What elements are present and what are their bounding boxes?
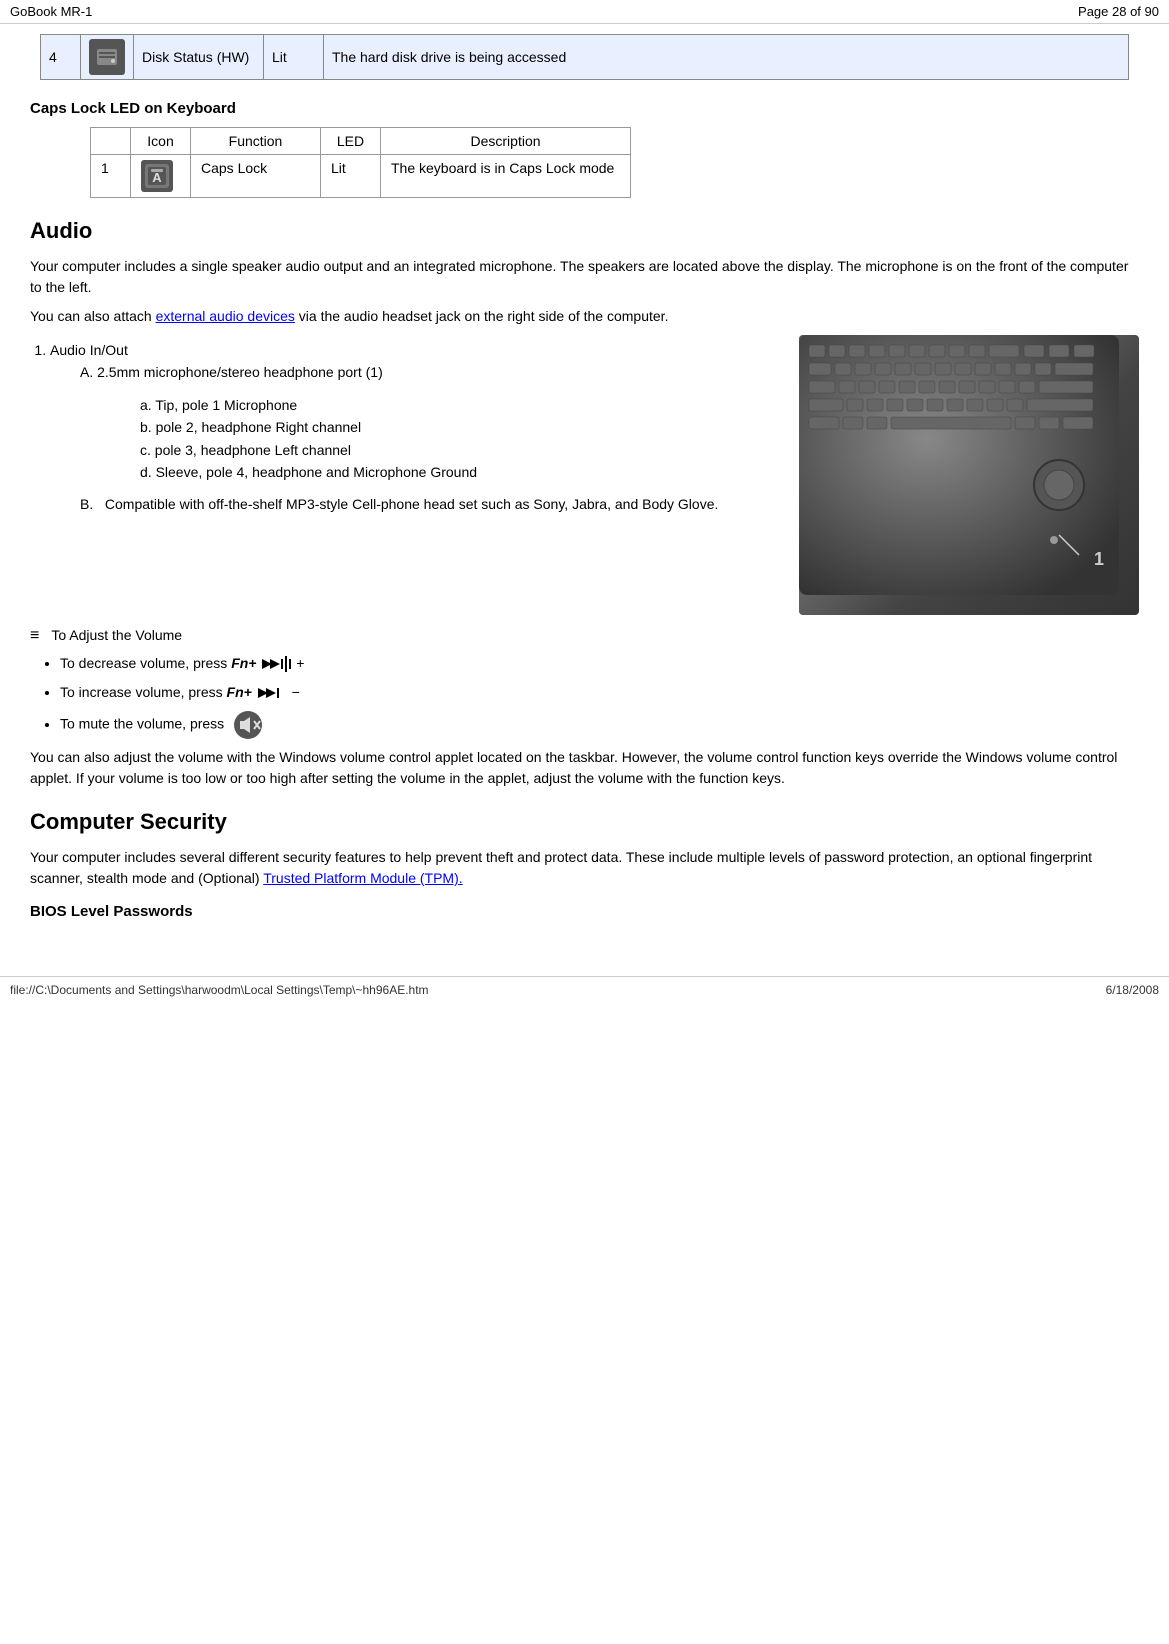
audio-pole3: c. pole 3, headphone Left channel [140,439,779,461]
audio-item-a-label: A. [80,364,93,380]
decrease-prefix: To decrease volume, press [60,655,231,671]
security-para-prefix: Your computer includes several different… [30,849,1092,886]
bios-heading: BIOS Level Passwords [30,903,1139,920]
increase-volume-item: To increase volume, press Fn+ − [60,682,1139,703]
page-title: GoBook MR-1 [10,4,92,19]
mute-icon [234,711,262,739]
caps-col-icon: Icon [131,128,191,155]
caps-row-icon: A [131,155,191,198]
security-heading: Computer Security [30,809,1139,835]
decrease-fn-key: Fn+ [231,655,256,671]
volume-list: To decrease volume, press Fn+ + To incre… [60,653,1139,739]
caps-lock-icon: A [141,160,173,192]
audio-heading: Audio [30,218,1139,244]
security-paragraph: Your computer includes several different… [30,847,1139,889]
audio-item-a-text: 2.5mm microphone/stereo headphone port (… [97,364,383,380]
disk-table-row: 4 Disk Status (HW) Lit The hard disk dri… [41,35,1129,80]
caps-col-description: Description [381,128,631,155]
disk-function: Disk Status (HW) [134,35,264,80]
keyboard-image: 1 [799,335,1139,615]
increase-prefix: To increase volume, press [60,684,227,700]
audio-list-item1: Audio In/Out A. 2.5mm microphone/stereo … [50,339,779,516]
page-number: Page 28 of 90 [1078,4,1159,19]
svg-text:A: A [152,170,162,185]
svg-text:1: 1 [1094,549,1104,569]
decrease-volume-item: To decrease volume, press Fn+ + [60,653,1139,674]
caps-row-number: 1 [91,155,131,198]
caps-col-function: Function [191,128,321,155]
disk-description: The hard disk drive is being accessed [324,35,1129,80]
page-header: GoBook MR-1 Page 28 of 90 [0,0,1169,24]
disk-icon-cell [81,35,134,80]
audio-section: Audio Your computer includes a single sp… [30,218,1139,789]
caps-col-num [91,128,131,155]
audio-paragraph1: Your computer includes a single speaker … [30,256,1139,298]
security-section: Computer Security Your computer includes… [30,809,1139,920]
volume-paragraph: You can also adjust the volume with the … [30,747,1139,789]
mute-prefix: To mute the volume, press [60,716,228,732]
audio-para2-prefix: You can also attach [30,308,156,324]
tpm-link[interactable]: Trusted Platform Module (TPM). [263,870,462,886]
caps-lock-table: Icon Function LED Description 1 A [90,127,631,198]
audio-paragraph2: You can also attach external audio devic… [30,306,1139,327]
caps-lock-heading: Caps Lock LED on Keyboard [30,100,1139,117]
external-audio-link[interactable]: external audio devices [156,308,295,324]
volume-down-icon [256,684,288,702]
caps-row-function: Caps Lock [191,155,321,198]
mute-volume-item: To mute the volume, press [60,711,1139,739]
disk-led: Lit [264,35,324,80]
audio-text-block: Audio In/Out A. 2.5mm microphone/stereo … [30,335,779,615]
note-text: To Adjust the Volume [51,627,182,643]
audio-para2-suffix: via the audio headset jack on the right … [295,308,669,324]
plus-sign: + [296,655,304,671]
audio-content-area: Audio In/Out A. 2.5mm microphone/stereo … [30,335,1139,615]
footer-date: 6/18/2008 [1106,983,1159,997]
audio-tip-pole1: a. Tip, pole 1 Microphone [140,394,779,416]
disk-row-number: 4 [41,35,81,80]
disk-drive-icon [89,39,125,75]
caps-row-led: Lit [321,155,381,198]
volume-note-line: ≡ To Adjust the Volume [30,627,1139,645]
audio-sleeve: d. Sleeve, pole 4, headphone and Microph… [140,461,779,483]
volume-up-icon [260,655,292,673]
audio-item-b-label: B. [80,496,93,512]
audio-list: Audio In/Out A. 2.5mm microphone/stereo … [50,339,779,516]
caps-table-row: 1 A Caps Lock Lit The key [91,155,631,198]
footer-path: file://C:\Documents and Settings\harwood… [10,983,429,997]
caps-table-header-row: Icon Function LED Description [91,128,631,155]
audio-item-b-text: Compatible with off-the-shelf MP3-style … [105,496,718,512]
audio-item-b-list: a. Tip, pole 1 Microphone b. pole 2, hea… [140,394,779,484]
caps-lock-section: Caps Lock LED on Keyboard Icon Function … [30,100,1139,198]
minus-sign: − [292,684,300,700]
audio-item-b: B. Compatible with off-the-shelf MP3-sty… [80,493,779,515]
increase-fn-key: Fn+ [227,684,252,700]
audio-item-a: A. 2.5mm microphone/stereo headphone por… [80,361,779,483]
audio-pole2: b. pole 2, headphone Right channel [140,416,779,438]
caps-col-led: LED [321,128,381,155]
page-footer: file://C:\Documents and Settings\harwood… [0,976,1169,1003]
keyboard-image-inner: 1 [799,335,1139,615]
caps-row-description: The keyboard is in Caps Lock mode [381,155,631,198]
disk-status-table: 4 Disk Status (HW) Lit The hard disk dri… [40,34,1129,80]
note-icon: ≡ [30,627,39,645]
audio-list-heading: Audio In/Out [50,342,128,358]
main-content: 4 Disk Status (HW) Lit The hard disk dri… [0,24,1169,946]
